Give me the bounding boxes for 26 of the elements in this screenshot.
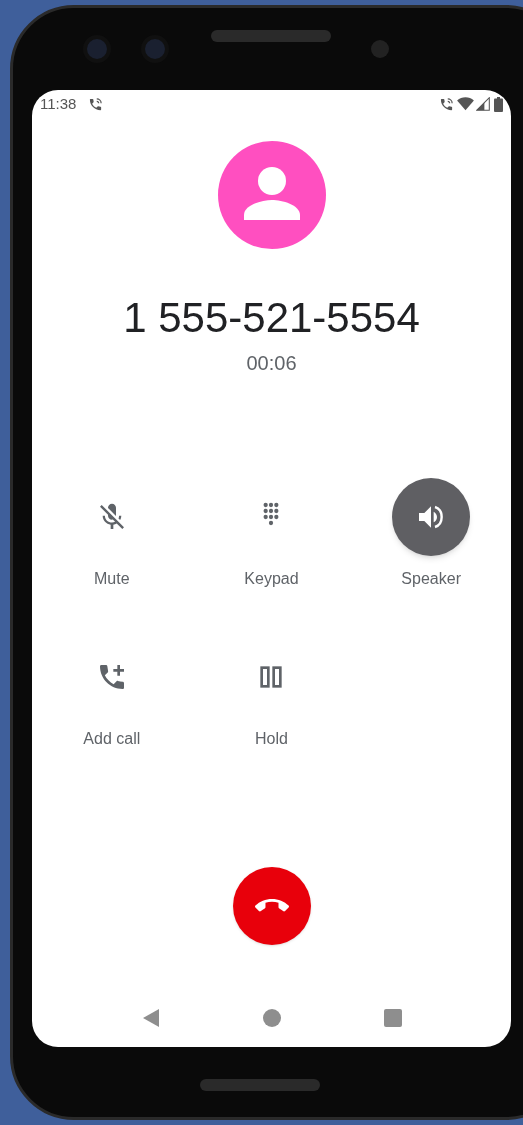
battery-icon xyxy=(494,96,503,112)
wifi-icon xyxy=(457,97,474,111)
contact-avatar-icon xyxy=(217,141,326,249)
front-sensor xyxy=(371,40,389,58)
signal-icon xyxy=(476,97,490,111)
home-button[interactable] xyxy=(263,1009,282,1027)
control-label: Add call xyxy=(83,729,141,749)
camera-lens xyxy=(83,35,111,63)
status-time: 11:38 xyxy=(40,95,77,113)
camera-lens xyxy=(141,35,169,63)
recents-button[interactable] xyxy=(383,1009,402,1027)
speaker-button[interactable]: Speaker xyxy=(351,478,511,590)
phone-number: 1 555-521-5554 xyxy=(123,294,420,342)
mute-button[interactable]: Mute xyxy=(32,478,192,590)
call-duration: 00:06 xyxy=(246,351,297,376)
back-button[interactable] xyxy=(141,1008,162,1028)
control-label: Keypad xyxy=(244,569,299,589)
wifi-call-icon xyxy=(439,96,454,112)
hold-button[interactable]: Hold xyxy=(191,638,352,750)
add-call-button[interactable]: Add call xyxy=(32,638,192,750)
control-label: Hold xyxy=(255,729,288,749)
keypad-button[interactable]: Keypad xyxy=(191,478,352,590)
control-label: Mute xyxy=(94,569,130,589)
wifi-call-icon xyxy=(88,96,104,112)
control-label: Speaker xyxy=(401,569,461,589)
back-icon xyxy=(142,1008,161,1028)
